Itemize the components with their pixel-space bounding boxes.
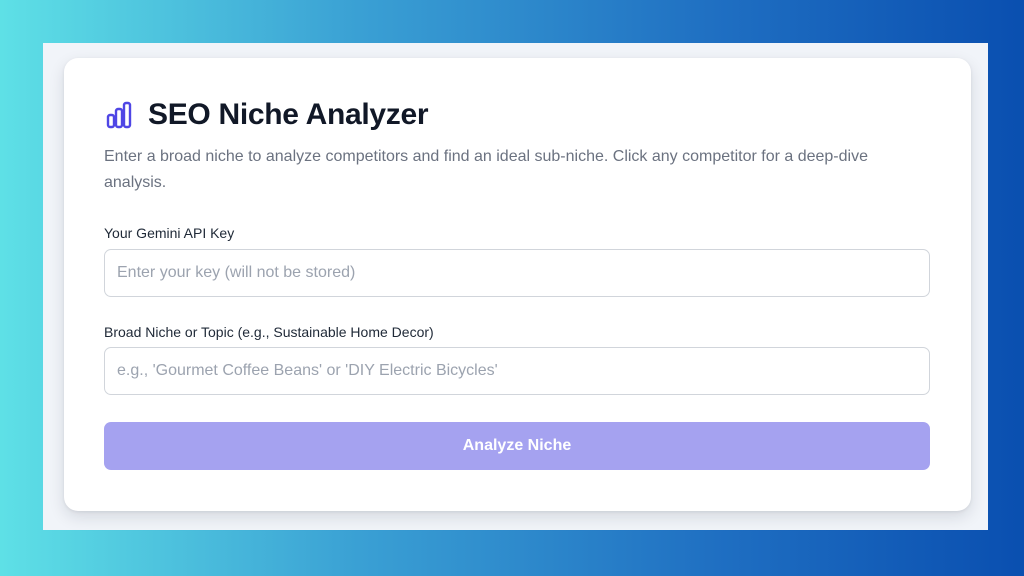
page-description: Enter a broad niche to analyze competito… (104, 148, 868, 191)
page-title: SEO Niche Analyzer (148, 98, 429, 131)
api-key-input[interactable] (104, 249, 930, 297)
analyzer-card: SEO Niche Analyzer Enter a broad niche t… (64, 58, 971, 511)
api-key-label: Your Gemini API Key (104, 225, 235, 241)
bar-chart-icon (104, 100, 134, 130)
header: SEO Niche Analyzer (104, 98, 429, 132)
niche-input[interactable] (104, 347, 930, 395)
analyze-niche-button[interactable]: Analyze Niche (104, 422, 930, 470)
app-window: SEO Niche Analyzer Enter a broad niche t… (43, 43, 988, 530)
niche-label: Broad Niche or Topic (e.g., Sustainable … (104, 324, 434, 340)
